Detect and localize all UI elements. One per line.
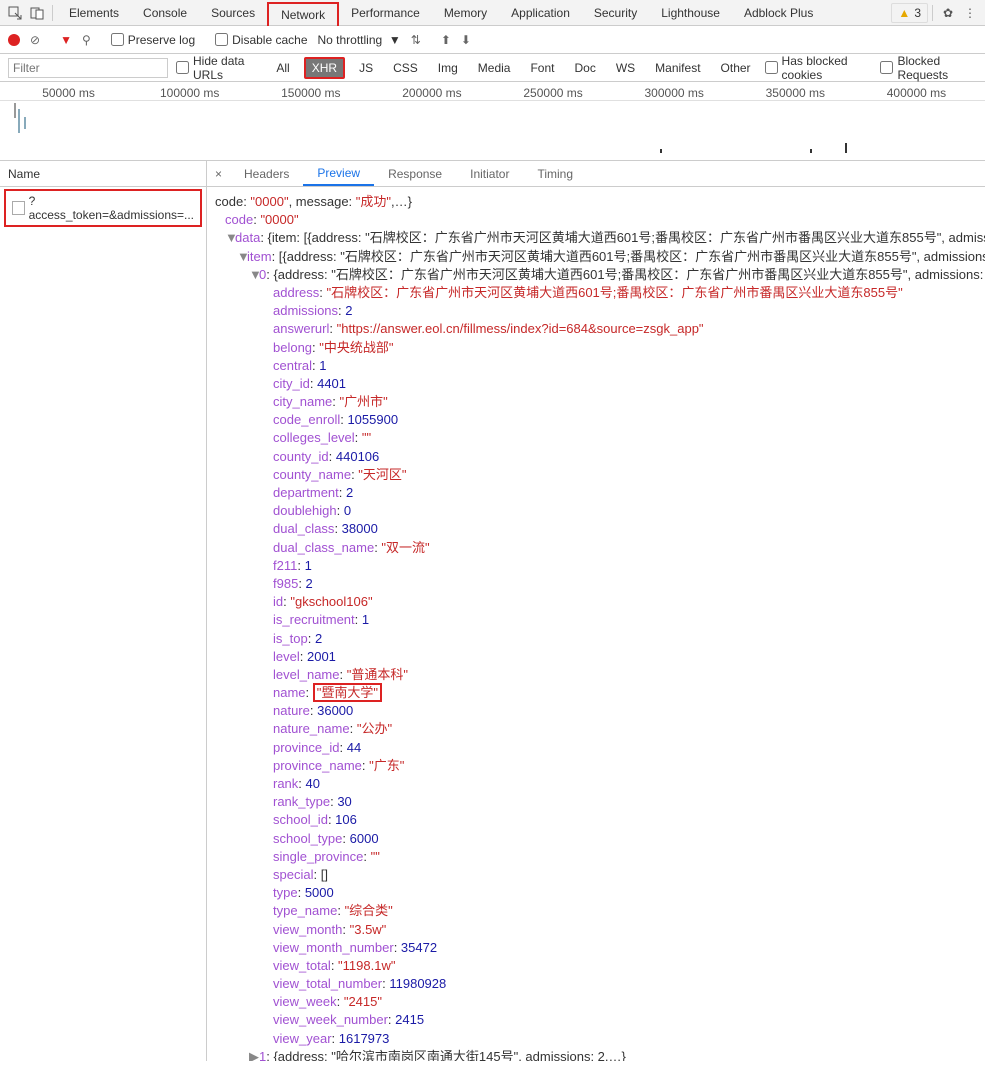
type-img[interactable]: Img [432,59,464,77]
network-conditions-icon[interactable]: ⇅ [411,33,421,47]
type-media[interactable]: Media [472,59,517,77]
filter-input[interactable] [8,58,168,78]
tab-performance[interactable]: Performance [339,2,432,24]
hide-data-urls-checkbox[interactable]: Hide data URLs [176,54,262,82]
type-css[interactable]: CSS [387,59,424,77]
tab-memory[interactable]: Memory [432,2,499,24]
filter-toggle-icon[interactable]: ▼ [60,33,72,47]
json-preview: code: "0000", message: "成功",…}code: "000… [207,187,985,1061]
blocked-requests-checkbox[interactable]: Blocked Requests [880,54,977,82]
type-ws[interactable]: WS [610,59,641,77]
clear-button[interactable]: ⊘ [30,33,40,47]
type-all[interactable]: All [270,59,295,77]
search-icon[interactable]: ⚲ [82,33,91,47]
tab-initiator[interactable]: Initiator [456,163,523,185]
filter-bar: Hide data URLs All XHR JS CSS Img Media … [0,54,985,82]
detail-tabs: × Headers Preview Response Initiator Tim… [207,161,985,187]
preserve-log-checkbox[interactable]: Preserve log [111,33,195,47]
warning-icon: ▲ [898,6,910,20]
throttle-select[interactable]: No throttling ▼ [318,33,401,47]
warning-count: 3 [914,6,921,20]
disable-cache-checkbox[interactable]: Disable cache [215,33,307,47]
tab-application[interactable]: Application [499,2,582,24]
import-icon[interactable]: ⬆ [441,33,451,47]
tab-headers[interactable]: Headers [230,163,303,185]
requests-header[interactable]: Name [0,161,206,187]
timeline-ruler: 50000 ms 100000 ms 150000 ms 200000 ms 2… [0,82,985,101]
type-js[interactable]: JS [353,59,379,77]
type-xhr[interactable]: XHR [304,57,345,79]
more-icon[interactable]: ⋮ [959,2,981,24]
file-icon [12,201,25,215]
network-toolbar: ⊘ ▼ ⚲ Preserve log Disable cache No thro… [0,26,985,54]
tab-lighthouse[interactable]: Lighthouse [649,2,732,24]
separator [52,5,53,21]
tab-timing[interactable]: Timing [523,163,587,185]
devtools-main-tabs: Elements Console Sources Network Perform… [0,0,985,26]
tab-response[interactable]: Response [374,163,456,185]
tab-network[interactable]: Network [267,2,339,26]
type-font[interactable]: Font [524,59,560,77]
tab-adblock[interactable]: Adblock Plus [732,2,825,24]
tab-elements[interactable]: Elements [57,2,131,24]
record-button[interactable] [8,34,20,46]
waterfall-overview[interactable] [0,101,985,161]
tab-sources[interactable]: Sources [199,2,267,24]
tab-preview[interactable]: Preview [303,162,374,186]
type-other[interactable]: Other [715,59,757,77]
export-icon[interactable]: ⬇ [461,33,471,47]
has-blocked-cookies-checkbox[interactable]: Has blocked cookies [765,54,873,82]
request-row[interactable]: ?access_token=&admissions=... [4,189,202,227]
requests-list: Name ?access_token=&admissions=... [0,161,207,1061]
inspect-icon[interactable] [4,2,26,24]
type-manifest[interactable]: Manifest [649,59,706,77]
type-doc[interactable]: Doc [568,59,601,77]
close-icon[interactable]: × [207,167,230,181]
warnings-badge[interactable]: ▲3 [891,3,928,23]
settings-icon[interactable]: ✿ [937,2,959,24]
separator [932,5,933,21]
tab-security[interactable]: Security [582,2,649,24]
request-name: ?access_token=&admissions=... [29,194,194,222]
tab-console[interactable]: Console [131,2,199,24]
device-toggle-icon[interactable] [26,2,48,24]
